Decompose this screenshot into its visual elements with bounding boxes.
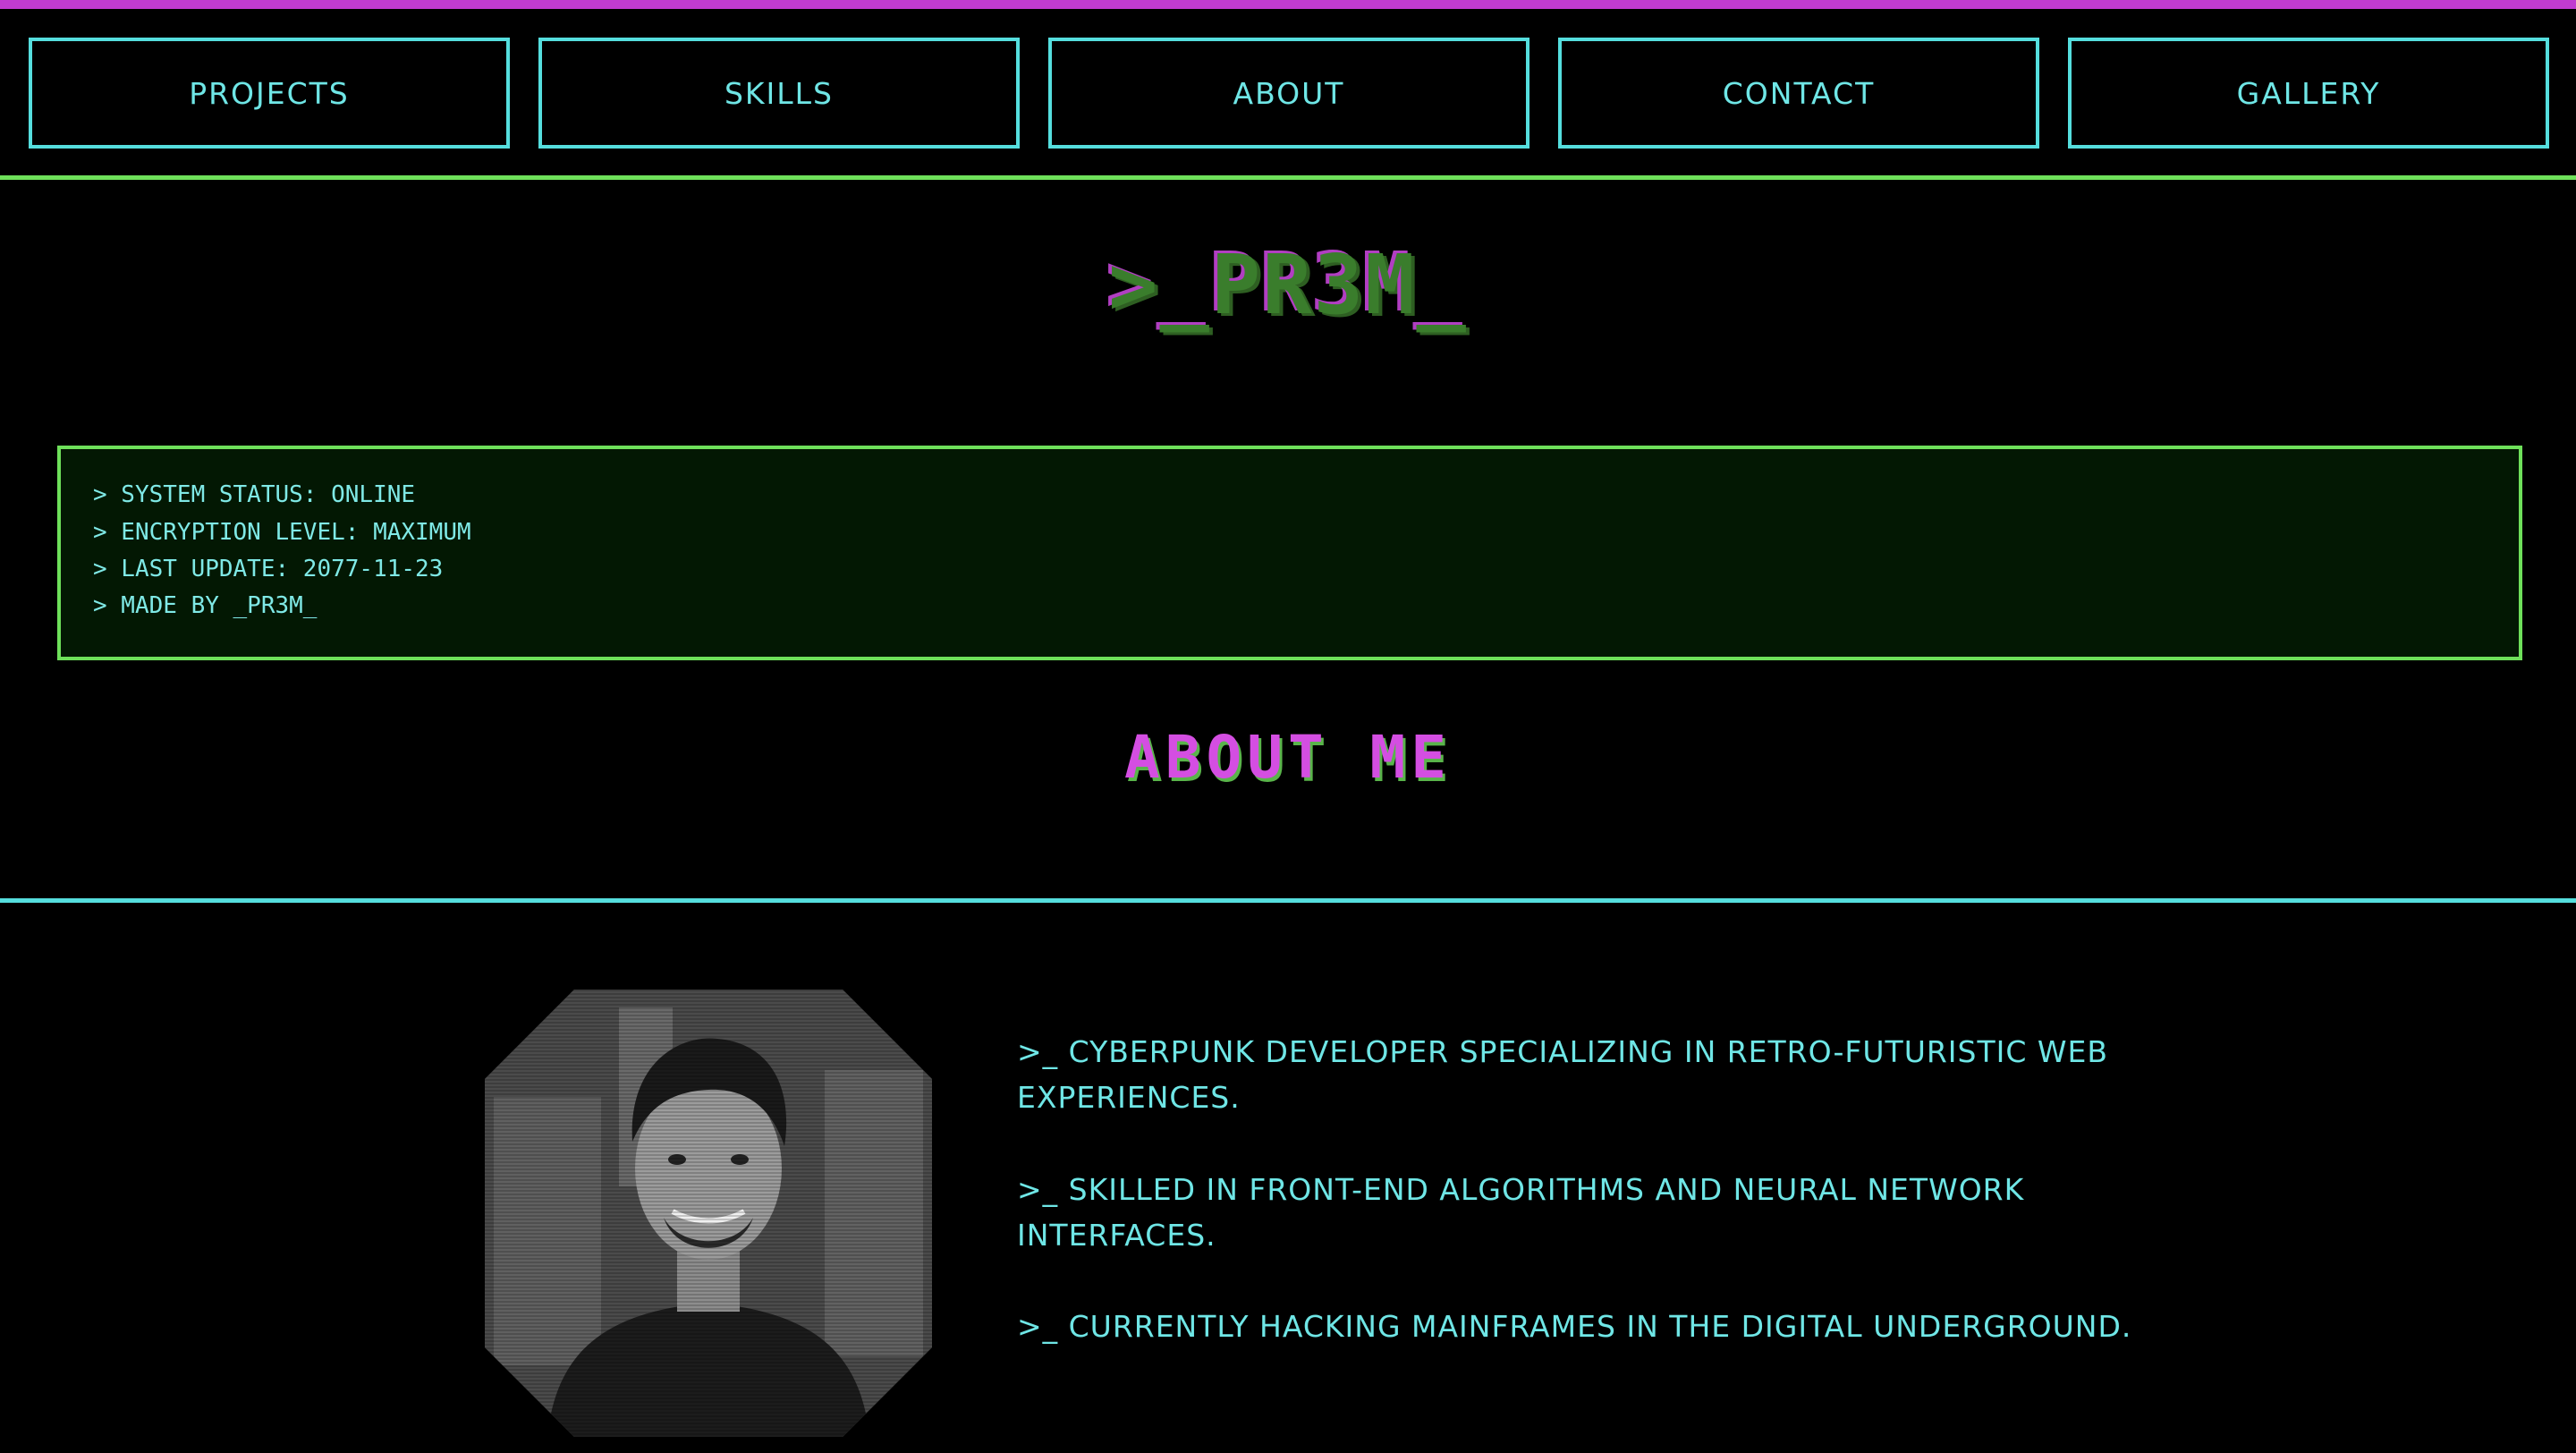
main-nav: PROJECTS SKILLS ABOUT CONTACT GALLERY [0,9,2576,175]
top-accent-bar [0,0,2576,9]
status-line: > SYSTEM STATUS: ONLINE [93,481,416,508]
about-paragraph: >_ SKILLED IN FRONT-END ALGORITHMS AND N… [1017,1172,2025,1253]
nav-skills-button[interactable]: SKILLS [538,38,1020,149]
nav-gallery-button[interactable]: GALLERY [2068,38,2549,149]
profile-photo [485,990,932,1437]
status-line: > MADE BY _PR3M_ [93,592,318,619]
nav-about-button[interactable]: ABOUT [1048,38,1530,149]
status-line: > ENCRYPTION LEVEL: MAXIMUM [93,519,471,546]
site-logo: >_PR3M_ [1108,237,1468,333]
person-silhouette-icon [485,990,932,1437]
nav-divider [0,175,2576,180]
status-line: > LAST UPDATE: 2077-11-23 [93,556,444,582]
nav-projects-button[interactable]: PROJECTS [29,38,510,149]
system-status-panel: > SYSTEM STATUS: ONLINE > ENCRYPTION LEV… [57,446,2522,660]
nav-contact-button[interactable]: CONTACT [1558,38,2039,149]
about-paragraph: >_ CURRENTLY HACKING MAINFRAMES IN THE D… [1017,1309,2132,1344]
about-paragraph: >_ CYBERPUNK DEVELOPER SPECIALIZING IN R… [1017,1034,2109,1115]
section-divider [0,898,2576,903]
about-heading: ABOUT ME [1124,723,1452,792]
